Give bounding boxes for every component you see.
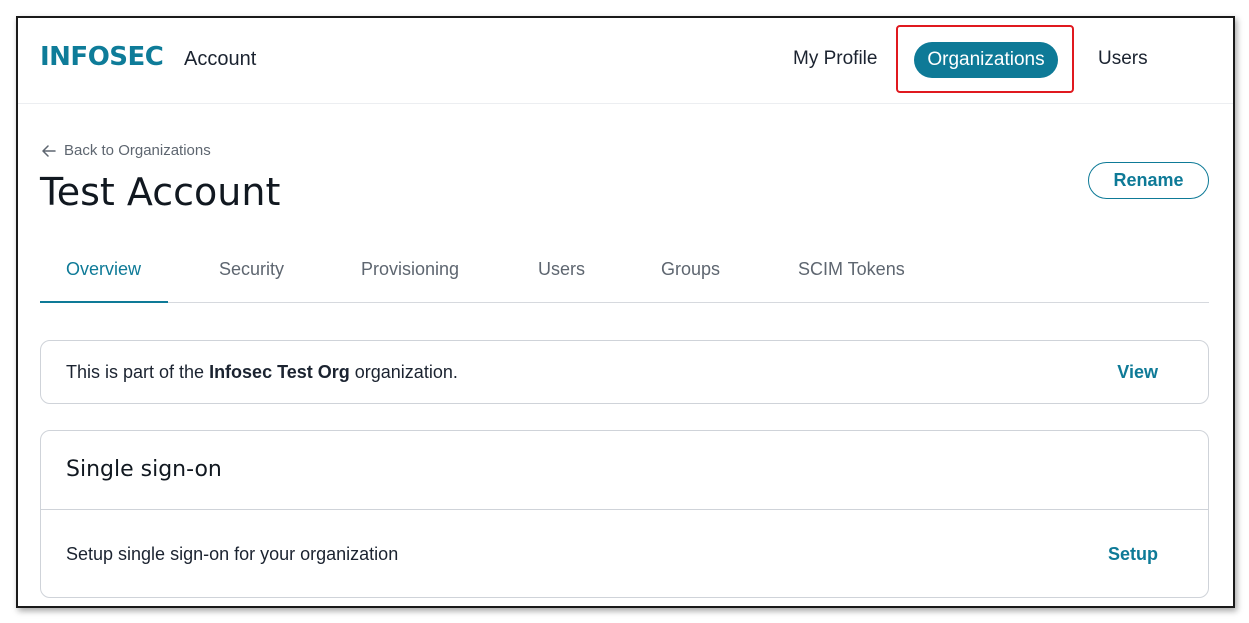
infosec-logo[interactable]: INFOSEC [40, 42, 164, 72]
tab-users[interactable]: Users [538, 259, 585, 280]
tab-security[interactable]: Security [219, 259, 284, 280]
active-tab-indicator [40, 301, 168, 303]
sso-title: Single sign-on [66, 457, 222, 482]
organization-card: This is part of the Infosec Test Org org… [40, 340, 1209, 404]
tab-bar: Overview Security Provisioning Users Gro… [40, 247, 1209, 303]
nav-users[interactable]: Users [1098, 48, 1148, 70]
nav-my-profile[interactable]: My Profile [793, 48, 877, 70]
arrow-left-icon [42, 144, 56, 157]
tab-groups[interactable]: Groups [661, 259, 720, 280]
tab-provisioning[interactable]: Provisioning [361, 259, 459, 280]
back-link-label: Back to Organizations [64, 142, 211, 159]
page-title: Test Account [40, 170, 281, 214]
tab-scim-tokens[interactable]: SCIM Tokens [798, 259, 905, 280]
browser-frame: INFOSEC Account My Profile Organizations… [16, 16, 1235, 608]
sso-description: Setup single sign-on for your organizati… [66, 544, 399, 564]
top-header: INFOSEC Account My Profile Organizations… [18, 18, 1233, 104]
view-organization-link[interactable]: View [1117, 362, 1158, 383]
tab-overview[interactable]: Overview [66, 259, 141, 280]
sso-setup-link[interactable]: Setup [1108, 544, 1158, 565]
back-to-organizations-link[interactable]: Back to Organizations [42, 142, 211, 159]
sso-card-header: Single sign-on [41, 431, 1208, 510]
organization-membership-text: This is part of the Infosec Test Org org… [66, 362, 458, 383]
org-text-suffix: organization. [349, 362, 458, 382]
rename-button[interactable]: Rename [1088, 162, 1209, 199]
organization-name: Infosec Test Org [209, 362, 350, 382]
org-text-prefix: This is part of the [66, 362, 210, 382]
nav-organizations[interactable]: Organizations [914, 42, 1058, 78]
sso-card: Single sign-on Setup single sign-on for … [40, 430, 1209, 598]
app-name: Account [184, 48, 257, 70]
